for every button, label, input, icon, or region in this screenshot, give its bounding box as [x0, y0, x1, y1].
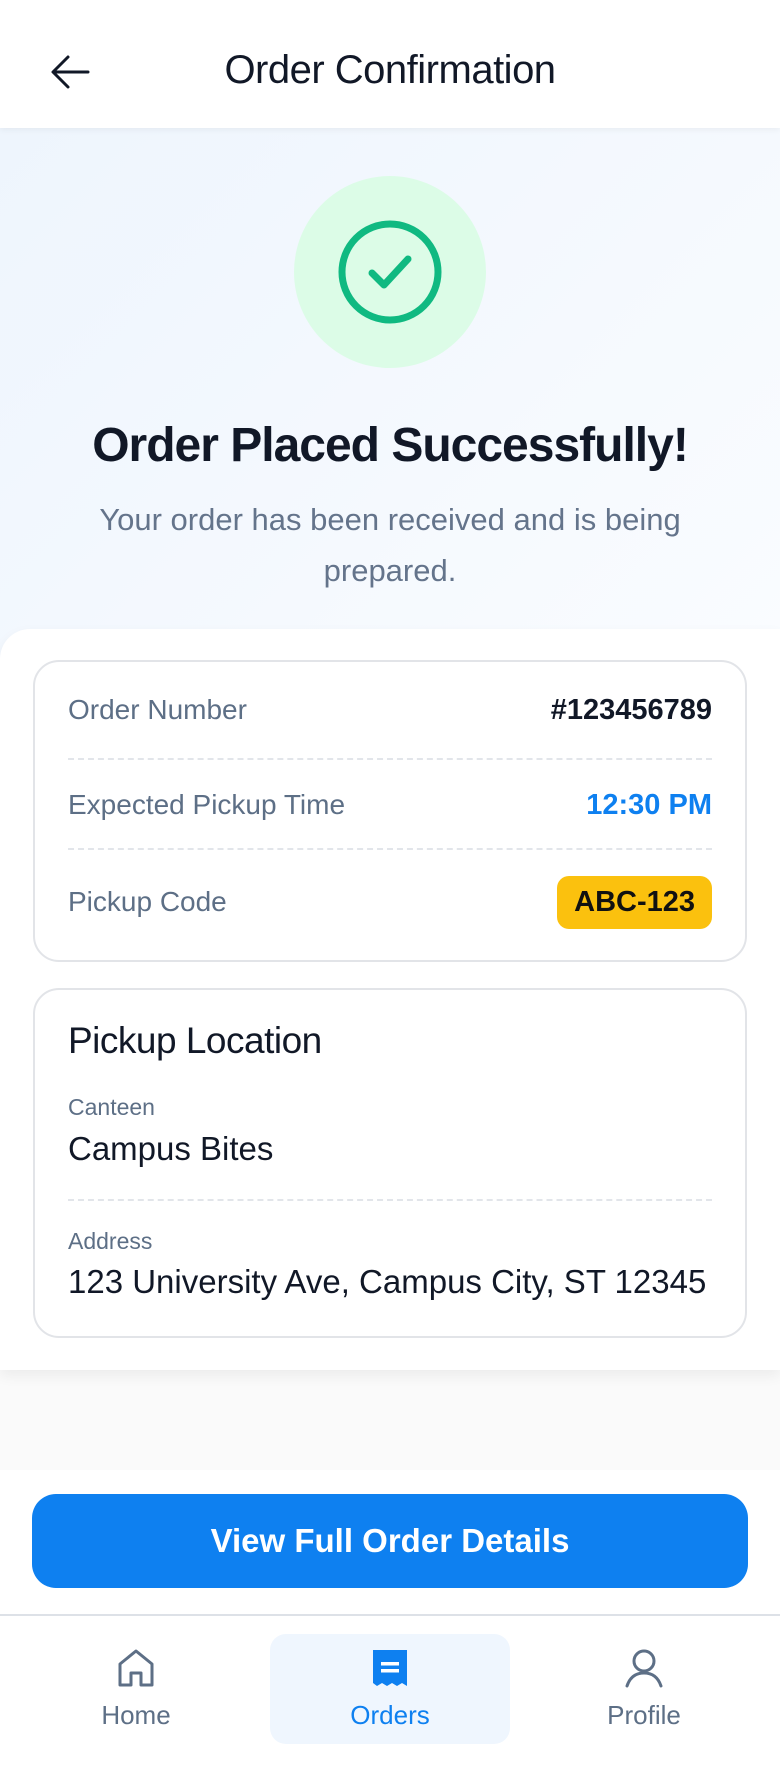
- nav-orders[interactable]: Orders: [270, 1634, 510, 1744]
- address-label: Address: [68, 1228, 153, 1254]
- canteen-label: Canteen: [68, 1094, 155, 1120]
- pickup-code-label: Pickup Code: [68, 886, 227, 917]
- order-number-label: Order Number: [68, 694, 247, 725]
- check-circle-icon: [338, 220, 442, 324]
- bottom-nav: Home Orders Profile: [0, 1614, 780, 1768]
- nav-profile-label: Profile: [607, 1700, 681, 1730]
- divider: [68, 1199, 712, 1201]
- nav-orders-label: Orders: [350, 1700, 430, 1730]
- order-summary-card: Order Number #123456789 Expected Pickup …: [33, 660, 747, 962]
- success-heading: Order Placed Successfully!: [92, 419, 689, 472]
- pickup-time-row: Expected Pickup Time 12:30 PM: [68, 787, 712, 823]
- pickup-time-value: 12:30 PM: [586, 788, 712, 821]
- home-icon: [118, 1649, 154, 1687]
- app-header: Order Confirmation: [0, 0, 780, 128]
- view-full-order-details-button[interactable]: View Full Order Details: [32, 1494, 748, 1588]
- pickup-code-badge: ABC-123: [557, 875, 712, 929]
- pickup-time-label: Expected Pickup Time: [68, 789, 346, 820]
- nav-profile[interactable]: Profile: [524, 1634, 764, 1744]
- pickup-location-card: Pickup Location Canteen Campus Bites Add…: [33, 988, 747, 1338]
- nav-home-label: Home: [101, 1700, 171, 1730]
- order-number-row: Order Number #123456789: [68, 692, 712, 728]
- address-value: 123 University Ave, Campus City, ST 1234…: [68, 1263, 707, 1300]
- action-bar: View Full Order Details: [0, 1470, 780, 1614]
- divider: [68, 758, 712, 760]
- order-number-value: #123456789: [550, 693, 712, 726]
- success-badge: [294, 176, 486, 368]
- divider: [68, 848, 712, 850]
- canteen-value: Campus Bites: [68, 1130, 274, 1167]
- pickup-code-row: Pickup Code ABC-123: [68, 874, 712, 930]
- pickup-location-title: Pickup Location: [68, 1020, 322, 1061]
- details-sheet: Order Number #123456789 Expected Pickup …: [0, 629, 780, 1370]
- receipt-icon: [373, 1650, 407, 1686]
- nav-home[interactable]: Home: [16, 1634, 256, 1744]
- success-subtitle: Your order has been received and is bein…: [99, 502, 681, 588]
- user-icon: [625, 1649, 663, 1688]
- page-title: Order Confirmation: [224, 48, 556, 92]
